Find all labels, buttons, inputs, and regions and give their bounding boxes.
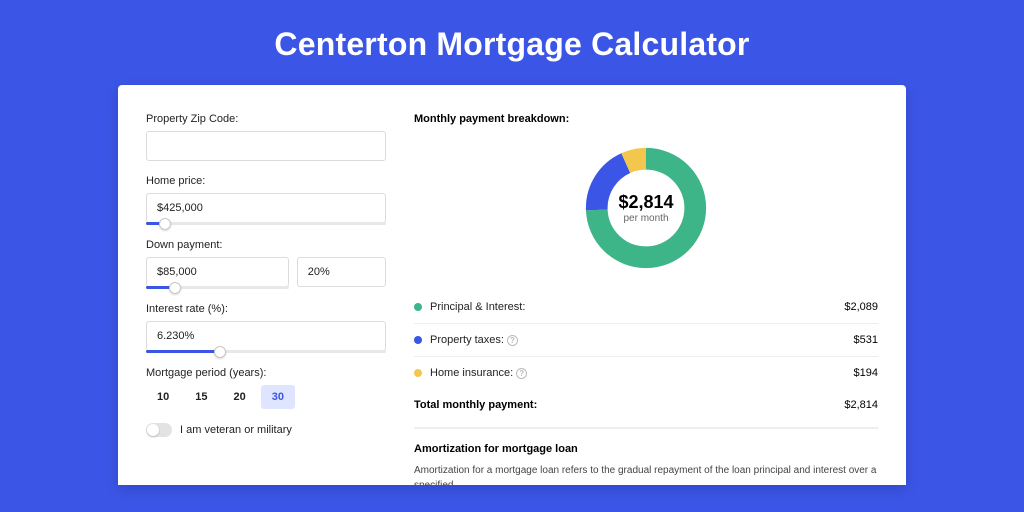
toggle-knob xyxy=(147,424,159,436)
period-field: Mortgage period (years): 10152030 xyxy=(146,367,386,409)
zip-field: Property Zip Code: xyxy=(146,113,386,161)
breakdown-heading: Monthly payment breakdown: xyxy=(414,113,878,125)
legend-row: Home insurance:? $194 xyxy=(414,357,878,389)
period-button-15[interactable]: 15 xyxy=(184,385,218,409)
home-price-label: Home price: xyxy=(146,175,386,187)
interest-rate-label: Interest rate (%): xyxy=(146,303,386,315)
legend-label: Home insurance: xyxy=(430,367,513,379)
inputs-column: Property Zip Code: Home price: Down paym… xyxy=(146,113,386,485)
interest-rate-field: Interest rate (%): xyxy=(146,303,386,353)
amortization-section: Amortization for mortgage loan Amortizat… xyxy=(414,427,878,485)
total-row: Total monthly payment: $2,814 xyxy=(414,389,878,425)
down-percent-input[interactable] xyxy=(297,257,386,287)
amortization-text: Amortization for a mortgage loan refers … xyxy=(414,463,878,485)
veteran-row: I am veteran or military xyxy=(146,423,386,437)
calculator-card: Property Zip Code: Home price: Down paym… xyxy=(118,85,906,485)
veteran-toggle[interactable] xyxy=(146,423,172,437)
legend-dot xyxy=(414,369,422,377)
legend-value: $531 xyxy=(854,334,878,346)
period-button-20[interactable]: 20 xyxy=(223,385,257,409)
legend-label: Principal & Interest: xyxy=(430,301,525,313)
total-label: Total monthly payment: xyxy=(414,399,537,411)
period-button-group: 10152030 xyxy=(146,385,386,409)
info-icon[interactable]: ? xyxy=(507,335,518,346)
home-price-input[interactable] xyxy=(146,193,386,223)
period-label: Mortgage period (years): xyxy=(146,367,386,379)
interest-rate-input[interactable] xyxy=(146,321,386,351)
interest-rate-slider[interactable] xyxy=(146,350,386,353)
legend-value: $2,089 xyxy=(844,301,878,313)
legend-value: $194 xyxy=(854,367,878,379)
veteran-label: I am veteran or military xyxy=(180,424,292,436)
page-title: Centerton Mortgage Calculator xyxy=(0,0,1024,85)
legend-label: Property taxes: xyxy=(430,334,504,346)
legend-dot xyxy=(414,336,422,344)
donut-amount: $2,814 xyxy=(618,192,673,213)
donut-container: $2,814 per month xyxy=(414,135,878,291)
donut-center: $2,814 per month xyxy=(581,143,711,273)
home-price-slider[interactable] xyxy=(146,222,386,225)
down-amount-input[interactable] xyxy=(146,257,289,287)
period-button-30[interactable]: 30 xyxy=(261,385,295,409)
legend-dot xyxy=(414,303,422,311)
breakdown-column: Monthly payment breakdown: $2,814 per mo… xyxy=(414,113,878,485)
period-button-10[interactable]: 10 xyxy=(146,385,180,409)
zip-input[interactable] xyxy=(146,131,386,161)
legend-row: Principal & Interest: $2,089 xyxy=(414,291,878,324)
zip-label: Property Zip Code: xyxy=(146,113,386,125)
legend: Principal & Interest: $2,089 Property taxe… xyxy=(414,291,878,389)
info-icon[interactable]: ? xyxy=(516,368,527,379)
amortization-heading: Amortization for mortgage loan xyxy=(414,443,878,455)
donut-chart: $2,814 per month xyxy=(581,143,711,273)
down-payment-slider[interactable] xyxy=(146,286,289,289)
total-value: $2,814 xyxy=(844,399,878,411)
legend-row: Property taxes:? $531 xyxy=(414,324,878,357)
donut-sublabel: per month xyxy=(623,213,668,224)
down-payment-field: Down payment: xyxy=(146,239,386,289)
down-payment-label: Down payment: xyxy=(146,239,386,251)
home-price-field: Home price: xyxy=(146,175,386,225)
